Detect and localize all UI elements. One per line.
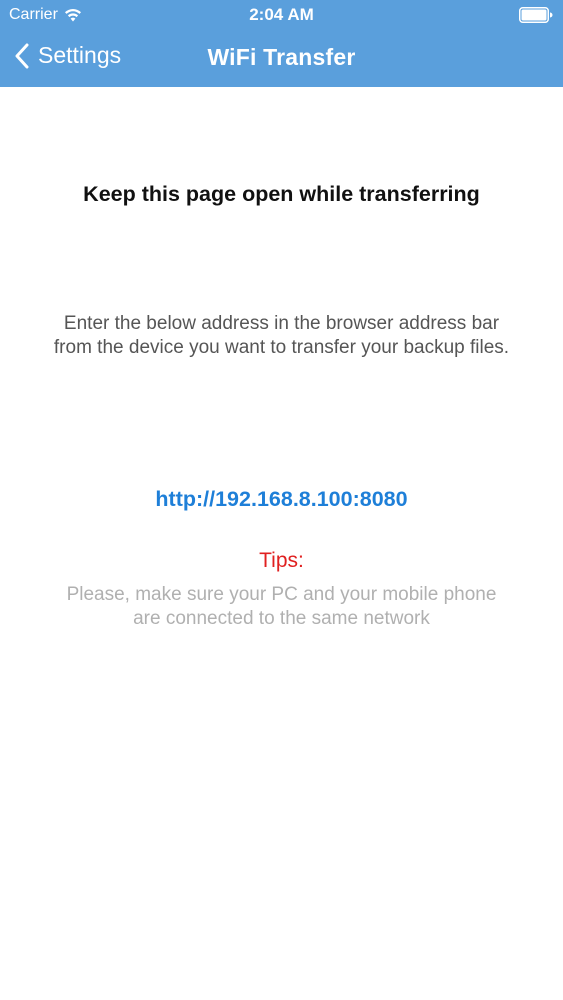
page-title: WiFi Transfer	[207, 44, 356, 70]
wifi-transfer-screen: Carrier 2:04 AM Settings WiFi Transfer K…	[0, 0, 563, 1000]
transfer-address[interactable]: http://192.168.8.100:8080	[0, 487, 563, 512]
tips-label: Tips:	[259, 549, 304, 572]
top-bar: Carrier 2:04 AM Settings WiFi Transfer	[0, 0, 563, 87]
status-bar: Carrier 2:04 AM	[0, 0, 563, 30]
keep-open-heading: Keep this page open while transferring	[83, 182, 480, 206]
instructions-text: Enter the below address in the browser a…	[53, 313, 510, 358]
tips-text: Please, make sure your PC and your mobil…	[66, 584, 497, 629]
battery-icon	[519, 7, 553, 23]
status-time: 2:04 AM	[249, 5, 314, 24]
navigation-bar: Settings WiFi Transfer	[0, 30, 563, 87]
